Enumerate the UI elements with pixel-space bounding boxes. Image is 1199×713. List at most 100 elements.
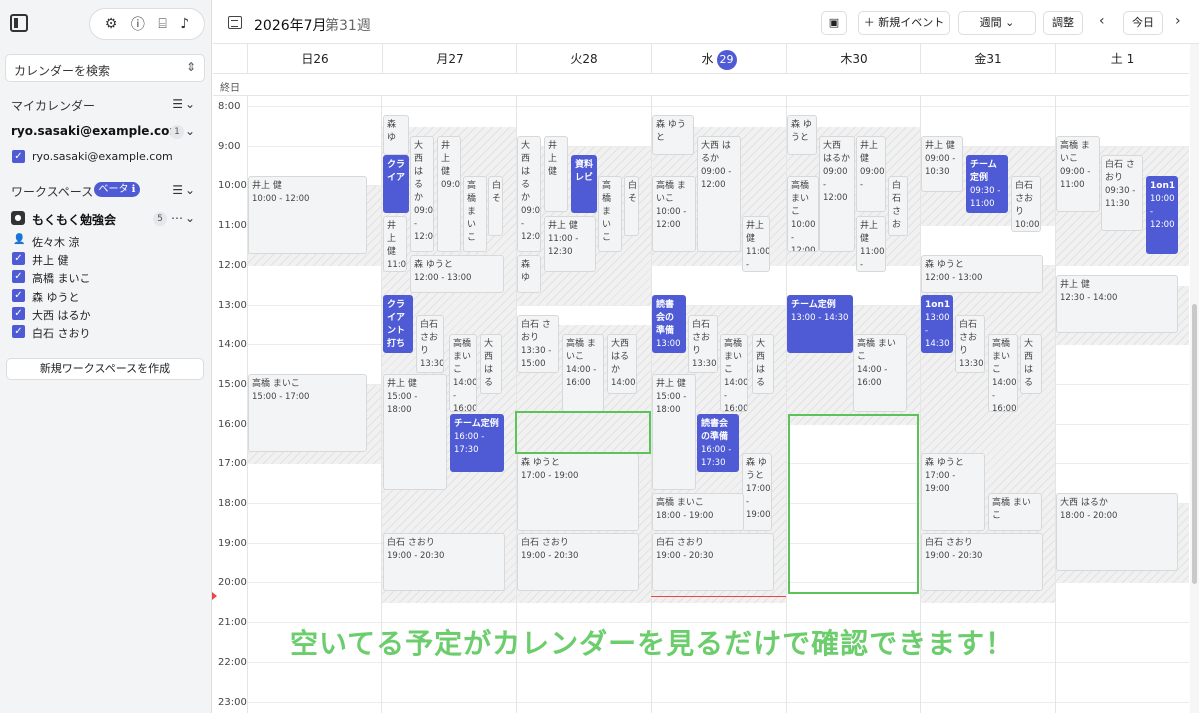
event-block[interactable]: 井上 健 12:30 - 14:00 [1056, 275, 1178, 333]
event-block[interactable]: 森 ゆうと 17:00 - 19:00 [921, 453, 985, 531]
sidebar-toggle-icon[interactable] [10, 14, 28, 32]
all-day-row[interactable]: 終日 [213, 74, 1189, 96]
event-block[interactable]: 白石 さおり 19:00 - 20:30 [921, 533, 1043, 591]
event-block[interactable]: 高橋 まいこ 15:00 - 17:00 [248, 374, 367, 452]
event-block[interactable]: 井上 健 09:00 - [856, 136, 886, 212]
event-block[interactable]: 森 ゆうと 17:00 - 19:00 [517, 453, 639, 531]
event-block[interactable]: 井上 健 11:0 [383, 216, 407, 272]
event-block[interactable]: 大西 はるか 09:0 - 12:0 [410, 136, 434, 252]
day-header[interactable]: 火28 [516, 44, 651, 74]
event-block[interactable]: 白石 さおり 13:30 [416, 315, 444, 373]
event-block[interactable]: 森 ゆうと 12:00 - 13:00 [921, 255, 1043, 293]
account-calendar-checkbox[interactable]: ✓ [12, 150, 25, 163]
event-block[interactable]: 井上 健 15:00 - 18:00 [652, 374, 696, 490]
event-block[interactable]: 大西 はる [1020, 334, 1042, 394]
event-block[interactable]: 高橋 まいこ 14:00 - 16:00 [853, 334, 907, 412]
chevron-down-icon[interactable]: ⌄ [185, 124, 197, 138]
event-block-highlight[interactable]: チーム定例 16:00 - 17:30 [450, 414, 504, 472]
event-block[interactable]: 井上 健 11:00 - [856, 216, 886, 272]
event-block[interactable]: 井上 健 10:00 - 12:00 [248, 176, 367, 254]
member-checkbox[interactable]: ✓ [12, 289, 25, 302]
event-block[interactable]: 白石 さおり 10:00 [1011, 176, 1041, 232]
member-checkbox[interactable]: ✓ [12, 307, 25, 320]
day-header[interactable]: 日26 [247, 44, 382, 74]
event-block[interactable]: 高橋 まいこ 14:00 - 16:00 [720, 334, 748, 412]
scrollbar-thumb[interactable] [1192, 304, 1197, 584]
event-block[interactable]: 白石 さおり 09:30 - 11:30 [1101, 155, 1143, 231]
event-block[interactable]: 森 ゆ [517, 255, 541, 293]
event-block-highlight[interactable]: 資料レビ [571, 155, 597, 213]
event-block[interactable]: 白 そ [624, 176, 639, 236]
settings-icon[interactable]: ⚙ [105, 16, 118, 32]
day-header[interactable]: 月27 [382, 44, 517, 74]
event-block[interactable]: 高橋 まいこ 18:00 - 19:00 [652, 493, 744, 531]
event-block[interactable]: 森 ゆうと [652, 115, 694, 155]
event-block[interactable]: 森 ゆうと 12:00 - 13:00 [410, 255, 504, 293]
day-header[interactable]: 金31 [920, 44, 1055, 74]
event-block[interactable]: 森 ゆうと 17:00 - 19:00 [742, 453, 772, 531]
workspace-controls[interactable]: ☰⌄ [172, 183, 197, 197]
event-block-highlight[interactable]: 1on1 10:00 - 12:00 [1146, 176, 1178, 254]
workspace-more-icon[interactable]: ⋯⌄ [171, 211, 197, 225]
member-checkbox[interactable]: ✓ [12, 252, 25, 265]
event-block[interactable]: 白石 さおり 13:30 [955, 315, 985, 373]
event-block-highlight[interactable]: 1on1 13:00 - 14:30 [921, 295, 953, 353]
event-block[interactable]: 大西 はるか 14:00 [607, 334, 637, 394]
my-calendars-controls[interactable]: ☰⌄ [172, 97, 197, 111]
board-view-icon[interactable]: ▣ [821, 11, 847, 35]
new-event-button[interactable]: ＋ 新規イベント [858, 11, 950, 35]
view-select[interactable]: 週間 ⌄ [958, 11, 1036, 35]
event-block[interactable]: 大西 はるか 09:00 - 12:00 [819, 136, 855, 252]
event-block-highlight[interactable]: 読書会の準備 16:00 - 17:30 [697, 414, 739, 472]
event-block[interactable]: 井上 健 15:00 - 18:00 [383, 374, 447, 490]
day-header-today[interactable]: 水 29 [651, 44, 786, 74]
event-block[interactable]: 高橋 まいこ 14:00 - 16:00 [988, 334, 1018, 412]
event-block[interactable]: 井上 健 11:00 - 12:30 [544, 216, 596, 272]
event-block[interactable]: 大西 はるか 18:00 - 20:00 [1056, 493, 1178, 571]
event-block[interactable]: 白石 さおり 19:00 - 20:30 [517, 533, 639, 591]
today-button[interactable]: 今日 [1123, 11, 1163, 35]
event-block[interactable]: 井上 健 09:0 [437, 136, 461, 252]
event-block[interactable]: 高橋 まいこ 10:00 - 12:00 [652, 176, 696, 252]
event-block[interactable]: 高橋 まいこ [463, 176, 487, 252]
calendar-search[interactable]: カレンダーを検索 ⇕ [5, 54, 205, 82]
event-block[interactable]: 高橋 まいこ 10:00 - 12:00 [787, 176, 819, 252]
event-block-highlight[interactable]: チーム定例 09:30 - 11:00 [966, 155, 1008, 213]
event-block[interactable]: 井上 健 09:00 - 10:30 [921, 136, 963, 192]
event-block[interactable]: 白石 さおり 19:00 - 20:30 [383, 533, 505, 591]
event-block[interactable]: 高橋 まいこ 09:00 - 11:00 [1056, 136, 1100, 212]
event-block[interactable]: 白石 さおり 13:30 - 15:00 [517, 315, 559, 373]
event-block[interactable]: 白石 さおり 13:30 [688, 315, 718, 373]
event-block[interactable]: 森 ゆうと [787, 115, 817, 155]
bell-icon[interactable]: ♪ [180, 16, 189, 32]
day-header[interactable]: 土 1 [1055, 44, 1189, 74]
next-week-icon[interactable]: › [1175, 13, 1181, 29]
event-block[interactable]: 森 ゆ [383, 115, 409, 155]
gift-icon[interactable]: ⌸ [158, 16, 166, 32]
day-header[interactable]: 木30 [786, 44, 921, 74]
event-block[interactable]: 白 そ [488, 176, 503, 236]
member-checkbox[interactable]: ✓ [12, 270, 25, 283]
event-block[interactable]: 大西 はるか 09:0 - 12:0 [517, 136, 541, 252]
event-block-highlight[interactable]: 読書会の準備 13:00 [652, 295, 686, 353]
event-block[interactable]: 高橋 まいこ [598, 176, 622, 252]
event-block[interactable]: 高橋 まいこ 14:00 - 16:00 [562, 334, 604, 412]
event-block[interactable]: 井上 健 11:00 - [742, 216, 770, 272]
event-block[interactable]: 高橋 まいこ [988, 493, 1042, 531]
prev-week-icon[interactable]: ‹ [1099, 13, 1105, 29]
info-icon[interactable]: ⓘ [131, 14, 145, 34]
event-block[interactable]: 井上 健 [544, 136, 568, 212]
event-block-highlight[interactable]: クライア [383, 155, 409, 213]
event-block[interactable]: 大西 はる [480, 334, 502, 394]
event-block-highlight[interactable]: チーム定例 13:00 - 14:30 [787, 295, 853, 353]
event-block[interactable]: 高橋 まいこ 14:00 - 16:00 [449, 334, 477, 412]
event-block[interactable]: 大西 はる [752, 334, 774, 394]
event-block-highlight[interactable]: クライアント打ち [383, 295, 413, 353]
adjust-button[interactable]: 調整 [1043, 11, 1083, 35]
week-grid[interactable]: 8:00 9:00 10:00 11:00 12:00 13:00 14:00 15:00 16… [213, 96, 1189, 713]
scrollbar[interactable] [1190, 44, 1199, 713]
event-block[interactable]: 白石 さおり 19:00 - 20:30 [652, 533, 774, 591]
new-workspace-button[interactable]: 新規ワークスペースを作成 [6, 358, 204, 380]
event-block[interactable]: 白石 さお [888, 176, 908, 236]
event-block[interactable]: 大西 はるか 09:00 - 12:00 [697, 136, 741, 252]
